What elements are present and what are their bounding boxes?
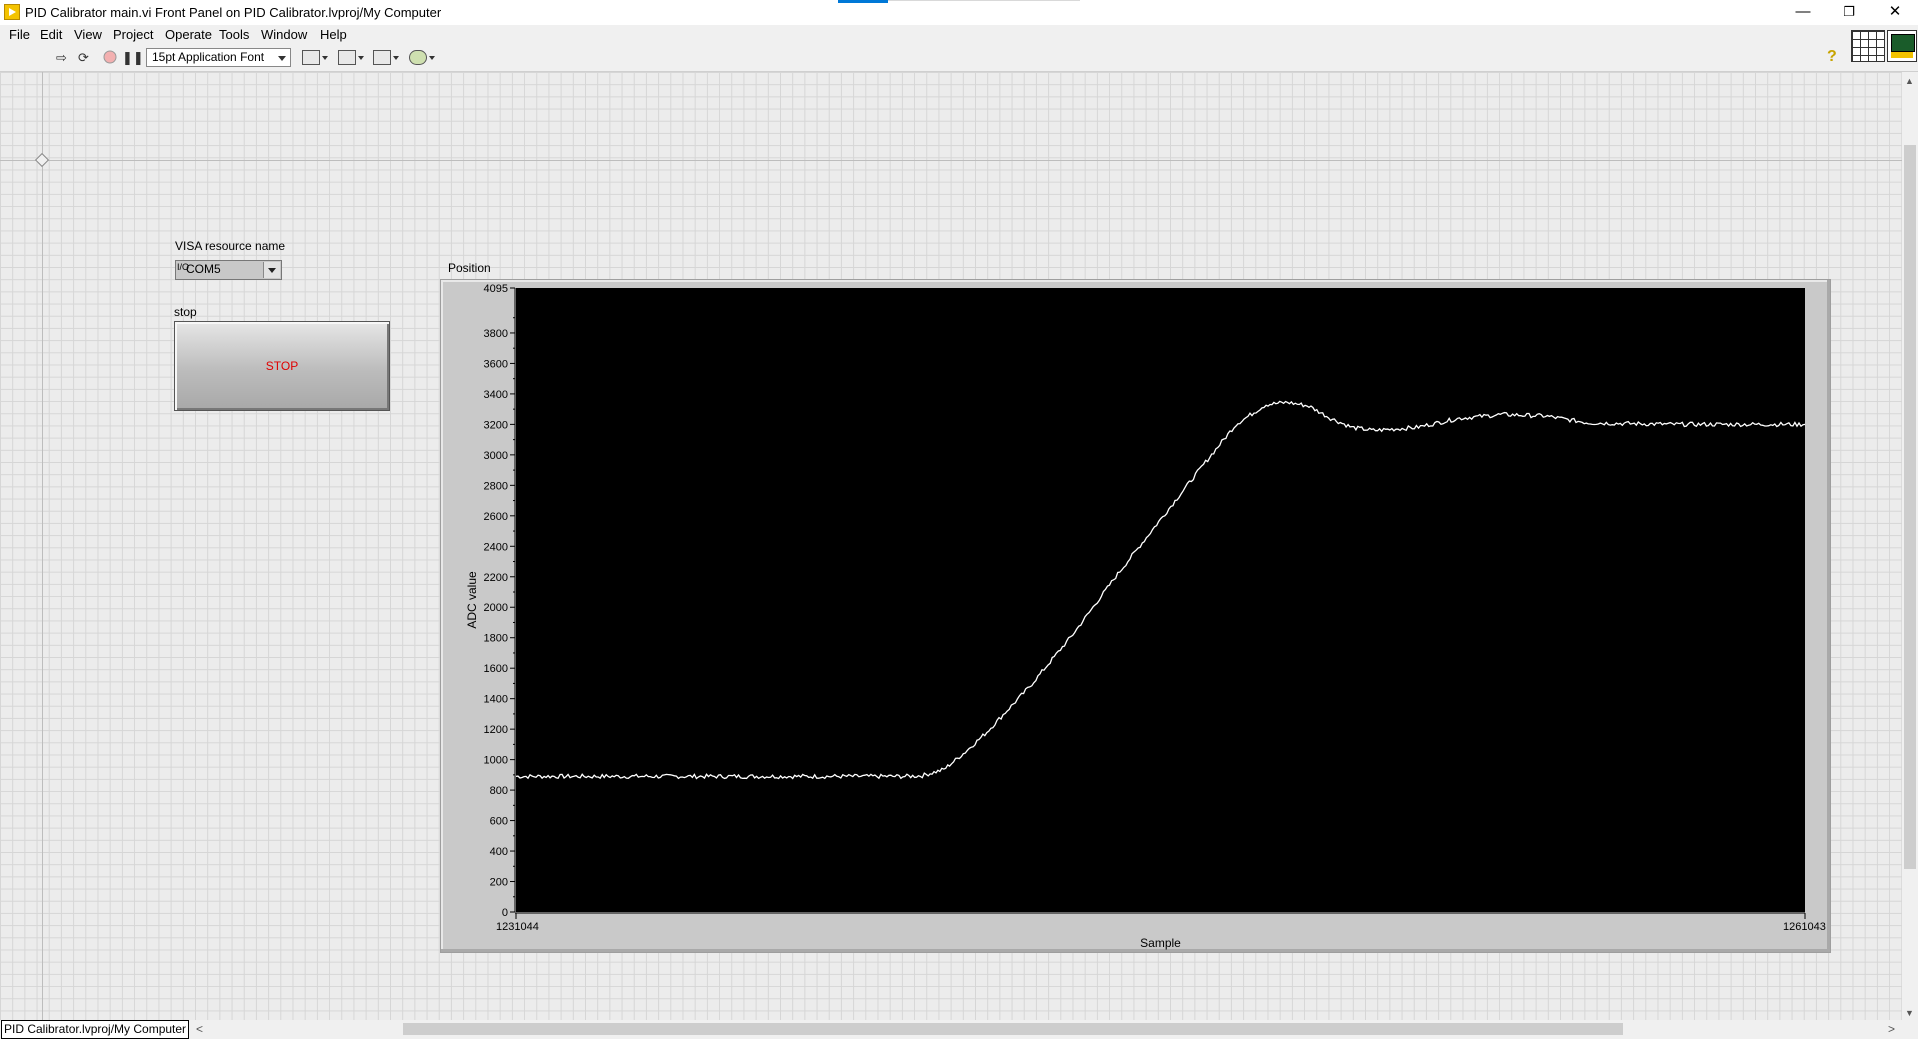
menu-view[interactable]: View xyxy=(74,27,102,42)
x-tick-label-1: 1261043 xyxy=(1783,921,1826,933)
front-panel[interactable]: VISA resource name I/O COM5 stop STOP Po… xyxy=(0,72,1902,1020)
y-tick-label-0: 0 xyxy=(502,907,508,919)
toolbar: ⇨ ⟳ ❚❚ 15pt Application Font ? xyxy=(0,45,1918,72)
y-tick-label-3000: 3000 xyxy=(484,450,508,462)
y-tick-label-200: 200 xyxy=(490,877,508,889)
menu-edit[interactable]: Edit xyxy=(40,27,62,42)
y-tick-label-1800: 1800 xyxy=(484,633,508,645)
bottom-bar: PID Calibrator.lvproj/My Computer < > xyxy=(0,1020,1918,1039)
title-bar: PID Calibrator main.vi Front Panel on PI… xyxy=(0,0,1918,25)
vertical-scrollbar[interactable]: ▲ ▼ xyxy=(1902,72,1918,1020)
font-select-value: 15pt Application Font xyxy=(152,50,265,64)
restore-button[interactable]: ❐ xyxy=(1826,0,1872,25)
y-tick-label-1600: 1600 xyxy=(484,663,508,675)
y-tick-label-1000: 1000 xyxy=(484,755,508,767)
y-tick-label-800: 800 xyxy=(490,785,508,797)
horizontal-scroll-thumb[interactable] xyxy=(403,1023,1623,1035)
graph-axes: 0 200 400 600 800 1000 1200 1400 1600 1800 2000 220… xyxy=(465,283,1826,950)
title-accent-bar xyxy=(838,0,888,3)
run-continuously-icon[interactable]: ⟳ xyxy=(75,50,92,66)
y-axis-title: ADC value xyxy=(465,571,479,629)
reorder-icon[interactable] xyxy=(409,49,437,67)
menu-project[interactable]: Project xyxy=(113,27,153,42)
vertical-scroll-thumb[interactable] xyxy=(1904,145,1916,869)
y-tick-label-2400: 2400 xyxy=(484,541,508,553)
x-tick-label-0: 1231044 xyxy=(496,921,539,933)
y-tick-label-400: 400 xyxy=(490,846,508,858)
y-tick-label-3400: 3400 xyxy=(484,389,508,401)
menu-tools[interactable]: Tools xyxy=(219,27,249,42)
y-tick-label-3800: 3800 xyxy=(484,328,508,340)
y-tick-label-1200: 1200 xyxy=(484,724,508,736)
abort-icon[interactable] xyxy=(101,50,118,66)
y-tick-label-2200: 2200 xyxy=(484,572,508,584)
vi-icon[interactable] xyxy=(1887,30,1917,62)
scroll-left-icon[interactable]: < xyxy=(196,1022,203,1036)
y-tick-label-4095: 4095 xyxy=(484,283,508,295)
window-title: PID Calibrator main.vi Front Panel on PI… xyxy=(25,5,442,20)
menu-help[interactable]: Help xyxy=(320,27,347,42)
close-button[interactable]: ✕ xyxy=(1872,0,1918,25)
x-axis-title: Sample xyxy=(1140,936,1181,950)
font-select[interactable]: 15pt Application Font xyxy=(146,48,291,67)
title-accent-line xyxy=(888,0,1080,1)
position-trace xyxy=(515,400,1806,780)
minimize-button[interactable]: — xyxy=(1780,0,1826,25)
scroll-right-icon[interactable]: > xyxy=(1888,1022,1895,1036)
pause-icon[interactable]: ❚❚ xyxy=(122,50,144,66)
y-tick-label-2800: 2800 xyxy=(484,480,508,492)
y-tick-label-3600: 3600 xyxy=(484,358,508,370)
align-objects-icon[interactable] xyxy=(302,49,330,67)
y-tick-label-600: 600 xyxy=(490,816,508,828)
y-tick-label-1400: 1400 xyxy=(484,694,508,706)
distribute-objects-icon[interactable] xyxy=(338,49,366,67)
connector-pane-icon[interactable] xyxy=(1851,30,1885,62)
chevron-down-icon xyxy=(278,56,286,61)
run-arrow-icon[interactable]: ⇨ xyxy=(53,50,70,66)
application-context: PID Calibrator.lvproj/My Computer xyxy=(1,1020,190,1039)
scroll-down-icon[interactable]: ▼ xyxy=(1905,1008,1914,1018)
y-tick-label-2000: 2000 xyxy=(484,602,508,614)
menu-window[interactable]: Window xyxy=(261,27,307,42)
scroll-up-icon[interactable]: ▲ xyxy=(1905,76,1914,86)
labview-app-icon xyxy=(4,4,20,20)
context-help-icon[interactable]: ? xyxy=(1827,48,1837,66)
y-tick-label-2600: 2600 xyxy=(484,511,508,523)
menu-operate[interactable]: Operate xyxy=(165,27,212,42)
menu-file[interactable]: File xyxy=(9,27,30,42)
y-tick-label-3200: 3200 xyxy=(484,419,508,431)
menu-bar: File Edit View Project Operate Tools Win… xyxy=(0,25,1918,45)
resize-objects-icon[interactable] xyxy=(373,49,401,67)
